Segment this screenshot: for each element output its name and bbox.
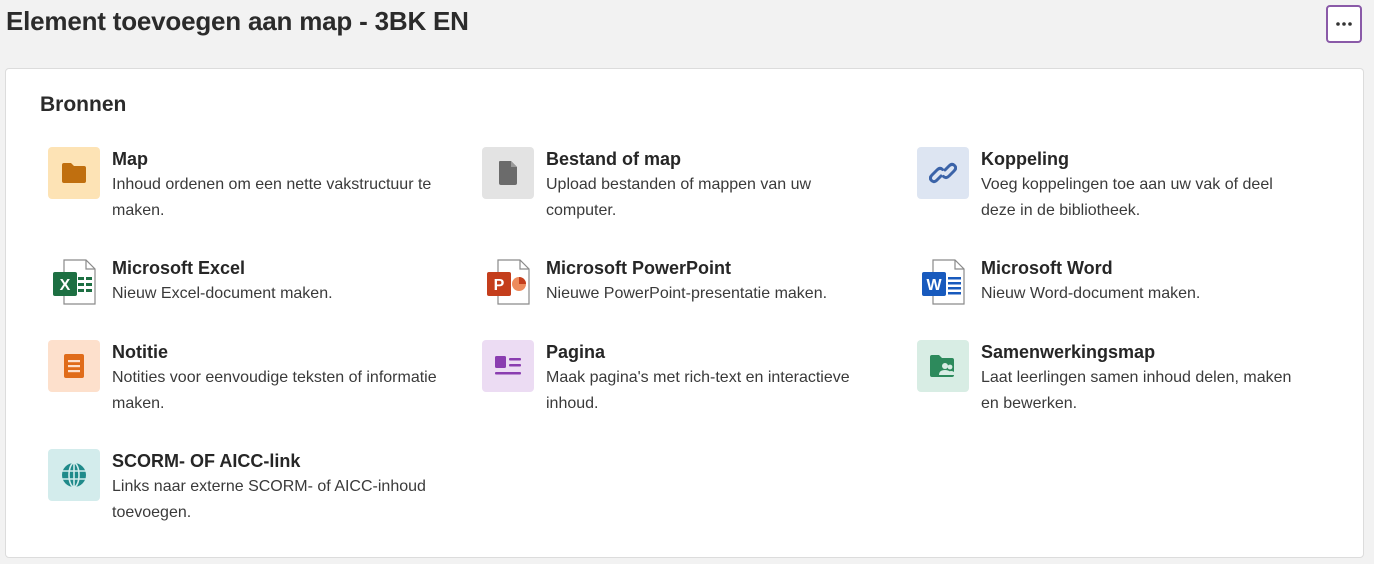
option-description: Nieuw Excel-document maken. [112,285,333,302]
page-title: Element toevoegen aan map - 3BK EN [6,6,469,36]
option-title: Microsoft Excel [112,258,246,278]
option-scorm-aicc-link[interactable]: SCORM- OF AICC-link Links naar externe S… [48,449,448,526]
page-header: Element toevoegen aan map - 3BK EN [0,0,1374,60]
folder-icon [48,147,100,199]
option-description: Nieuwe PowerPoint-presentatie maken. [546,285,828,302]
option-note[interactable]: Notitie Notities voor eenvoudige teksten… [48,340,448,417]
more-options-button[interactable] [1326,5,1362,43]
svg-text:X: X [60,277,71,294]
option-folder[interactable]: Map Inhoud ordenen om een nette vakstruc… [48,147,448,224]
option-link[interactable]: Koppeling Voeg koppelingen toe aan uw va… [917,147,1317,224]
note-icon [48,340,100,392]
option-description: Notities voor eenvoudige teksten of info… [112,369,437,412]
sources-card: Bronnen Map Inhoud ordenen om een nette … [5,68,1364,558]
option-title: SCORM- OF AICC-link [112,451,301,471]
option-microsoft-excel[interactable]: X Microsoft Excel Nieuw Excel-document m… [48,256,448,308]
globe-icon [48,449,100,501]
svg-text:W: W [926,277,942,294]
word-icon: W [917,256,969,308]
option-description: Voeg koppelingen toe aan uw vak of deel … [981,176,1273,219]
option-file-or-folder[interactable]: Bestand of map Upload bestanden of mappe… [482,147,882,224]
collaboration-folder-icon [917,340,969,392]
svg-text:P: P [494,277,505,294]
option-microsoft-powerpoint[interactable]: P Microsoft PowerPoint Nieuwe PowerPoint… [482,256,882,308]
option-description: Links naar externe SCORM- of AICC-inhoud… [112,478,426,521]
file-icon [482,147,534,199]
option-description: Laat leerlingen samen inhoud delen, make… [981,369,1292,412]
option-title: Microsoft PowerPoint [546,258,732,278]
more-horizontal-icon [1336,22,1352,26]
option-title: Microsoft Word [981,258,1113,278]
excel-icon: X [48,256,100,308]
section-title: Bronnen [40,93,127,116]
option-title: Koppeling [981,149,1069,169]
link-icon [917,147,969,199]
option-title: Map [112,149,148,169]
option-description: Nieuw Word-document maken. [981,285,1201,302]
option-collaboration-folder[interactable]: Samenwerkingsmap Laat leerlingen samen i… [917,340,1317,417]
option-microsoft-word[interactable]: W Microsoft Word Nieuw Word-document mak… [917,256,1317,308]
option-title: Bestand of map [546,149,682,169]
option-title: Pagina [546,342,606,362]
option-page[interactable]: Pagina Maak pagina's met rich-text en in… [482,340,882,417]
option-title: Notitie [112,342,168,362]
option-title: Samenwerkingsmap [981,342,1156,362]
option-description: Inhoud ordenen om een nette vakstructuur… [112,176,432,219]
option-description: Upload bestanden of mappen van uw comput… [546,176,812,219]
option-description: Maak pagina's met rich-text en interacti… [546,369,850,412]
page-icon [482,340,534,392]
powerpoint-icon: P [482,256,534,308]
